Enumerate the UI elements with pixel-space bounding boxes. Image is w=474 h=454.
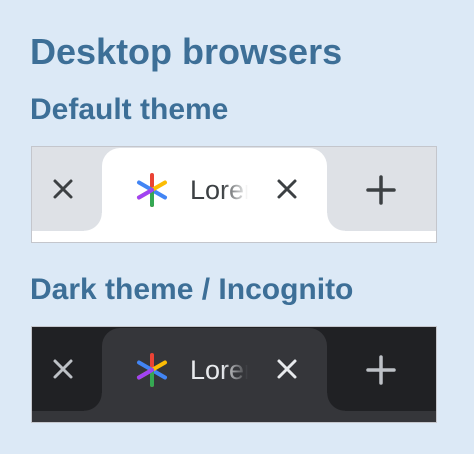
close-icon[interactable] bbox=[276, 178, 298, 200]
section-heading-dark-theme: Dark theme / Incognito bbox=[30, 273, 354, 306]
active-tab-right-curve bbox=[327, 213, 345, 231]
tab-title[interactable]: Lorem bbox=[190, 172, 248, 208]
star-favicon-icon bbox=[137, 353, 167, 387]
section-heading-default-theme: Default theme bbox=[30, 93, 229, 126]
new-tab-plus-icon[interactable] bbox=[365, 174, 397, 206]
active-tab-left-curve bbox=[84, 213, 102, 231]
active-tab-right-curve bbox=[327, 393, 345, 411]
tab-strip-default-theme: Lorem bbox=[31, 146, 437, 243]
tab-strip-dark-theme: Lorem bbox=[31, 326, 437, 423]
star-favicon-icon bbox=[137, 173, 167, 207]
close-icon[interactable] bbox=[52, 358, 74, 380]
active-tab-left-curve bbox=[84, 393, 102, 411]
close-icon[interactable] bbox=[276, 358, 298, 380]
page-title: Desktop browsers bbox=[30, 31, 343, 72]
new-tab-plus-icon[interactable] bbox=[365, 354, 397, 386]
close-icon[interactable] bbox=[52, 178, 74, 200]
tab-title[interactable]: Lorem bbox=[190, 352, 248, 388]
